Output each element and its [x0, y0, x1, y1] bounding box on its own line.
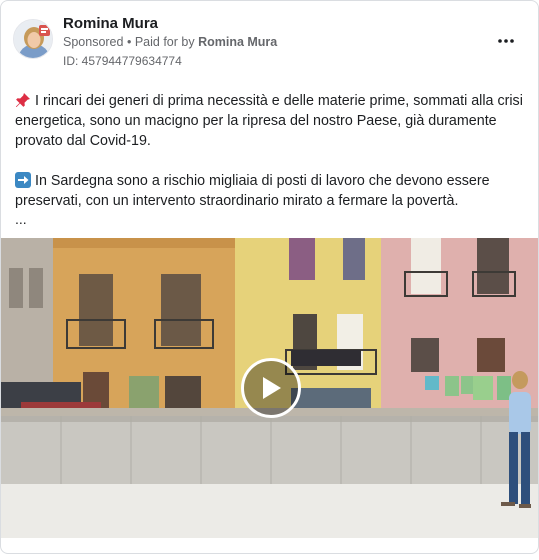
- author-name[interactable]: Romina Mura: [63, 15, 158, 32]
- see-more-ellipsis[interactable]: ...: [15, 211, 527, 227]
- paid-for-name[interactable]: Romina Mura: [198, 35, 277, 49]
- sponsored-label: Sponsored: [63, 35, 124, 49]
- more-options-button[interactable]: [492, 27, 520, 55]
- ad-id: ID: 457944779634774: [63, 54, 182, 68]
- play-button[interactable]: [241, 358, 301, 418]
- pushpin-icon: [16, 93, 30, 107]
- post-header: Romina Mura Sponsored • Paid for by Romi…: [13, 13, 526, 71]
- play-icon: [263, 377, 281, 399]
- sponsored-meta: Sponsored • Paid for by Romina Mura: [63, 35, 277, 49]
- post-body: I rincari dei generi di prima necessità …: [15, 91, 527, 227]
- sponsored-post-card: Romina Mura Sponsored • Paid for by Romi…: [0, 0, 539, 554]
- avatar[interactable]: [13, 19, 53, 59]
- paragraph-2-text: In Sardegna sono a rischio migliaia di p…: [15, 173, 490, 209]
- right-arrow-icon: [15, 172, 31, 188]
- post-paragraph: I rincari dei generi di prima necessità …: [15, 91, 527, 151]
- post-paragraph: In Sardegna sono a rischio migliaia di p…: [15, 171, 527, 211]
- meta-separator: •: [126, 35, 132, 49]
- more-horizontal-icon: [498, 39, 514, 43]
- post-video[interactable]: [1, 238, 538, 538]
- paragraph-1-text: I rincari dei generi di prima necessità …: [15, 93, 523, 149]
- paid-for-prefix: Paid for by: [134, 35, 195, 49]
